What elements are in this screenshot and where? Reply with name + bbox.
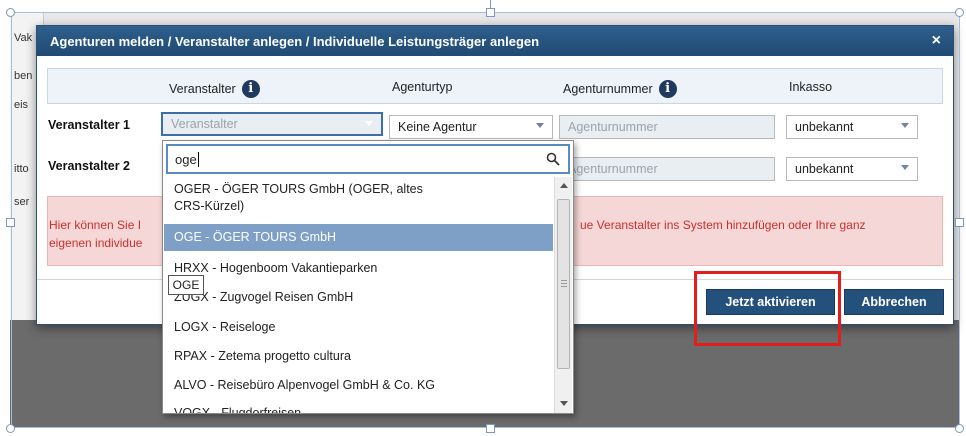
resize-handle[interactable] xyxy=(955,424,964,433)
inkasso-value: unbekannt xyxy=(795,120,854,134)
dropdown-search-input[interactable]: oge xyxy=(166,144,570,174)
list-item[interactable]: VOGX - Flugdorfreisen xyxy=(164,405,553,413)
inkasso-select[interactable]: unbekannt xyxy=(786,115,918,139)
agenturtyp-select[interactable]: Keine Agentur xyxy=(389,115,553,139)
info-text: ue Veranstalter ins System hinzufügen od… xyxy=(580,218,866,232)
chevron-down-icon xyxy=(901,123,909,128)
resize-handle[interactable] xyxy=(6,424,15,433)
column-header-inkasso: Inkasso xyxy=(789,80,832,94)
resize-handle[interactable] xyxy=(6,218,15,227)
resize-handle[interactable] xyxy=(955,218,964,227)
background-text: itto xyxy=(14,163,29,175)
list-item[interactable]: OGER - ÖGER TOURS GmbH (OGER, altes xyxy=(164,181,553,198)
list-item[interactable]: LOGX - Reiseloge xyxy=(164,319,553,336)
column-header-veranstalter: Veranstalter i xyxy=(169,80,260,98)
chevron-down-icon xyxy=(365,121,373,126)
agenturnummer-input[interactable]: Agenturnummer xyxy=(559,157,775,181)
grip-icon xyxy=(561,280,567,281)
dropdown-list: OGER - ÖGER TOURS GmbH (OGER, altes CRS-… xyxy=(164,177,553,413)
list-item[interactable]: HRXX - Hogenboom Vakantieparken xyxy=(164,260,553,277)
veranstalter-dropdown: oge OGER - ÖGER TOURS GmbH (OGER, altes … xyxy=(162,140,574,414)
text-cursor xyxy=(197,151,199,167)
cancel-button[interactable]: Abbrechen xyxy=(844,289,944,315)
search-value: oge xyxy=(175,151,197,167)
background-text: Vak xyxy=(14,32,33,44)
row-label-veranstalter-2: Veranstalter 2 xyxy=(48,159,130,173)
row-label-veranstalter-1: Veranstalter 1 xyxy=(48,118,130,132)
autocomplete-tooltip: OGE xyxy=(168,275,204,295)
scroll-up-icon[interactable] xyxy=(560,183,568,188)
resize-handle[interactable] xyxy=(6,8,15,17)
list-item[interactable]: ZUGX - Zugvogel Reisen GmbH xyxy=(164,289,553,306)
column-label: Agenturtyp xyxy=(392,80,453,94)
grip-icon xyxy=(561,286,567,287)
resize-handle[interactable] xyxy=(955,8,964,17)
background-text: ben xyxy=(14,70,33,82)
scrollbar-thumb[interactable] xyxy=(557,199,570,369)
list-item[interactable]: OGE - ÖGER TOURS GmbH xyxy=(164,224,553,251)
close-icon[interactable]: × xyxy=(932,32,941,50)
agenturnummer-placeholder: Agenturnummer xyxy=(568,162,658,176)
scroll-down-icon[interactable] xyxy=(560,401,568,406)
list-item[interactable]: ALVO - Reisebüro Alpenvogel GmbH & Co. K… xyxy=(164,377,553,394)
column-label: Agenturnummer xyxy=(563,82,653,96)
modal-title: Agenturen melden / Veranstalter anlegen … xyxy=(50,33,540,49)
resize-handle[interactable] xyxy=(486,424,495,433)
column-header-agenturtyp: Agenturtyp xyxy=(392,80,452,94)
inkasso-value: unbekannt xyxy=(795,162,854,176)
search-icon xyxy=(546,152,560,166)
agenturnummer-placeholder: Agenturnummer xyxy=(568,120,658,134)
inkasso-select[interactable]: unbekannt xyxy=(786,157,918,181)
chevron-down-icon xyxy=(536,123,544,128)
info-icon[interactable]: i xyxy=(241,80,260,98)
dropdown-scrollbar[interactable] xyxy=(554,177,572,413)
grip-icon xyxy=(561,283,567,284)
highlight-annotation xyxy=(694,271,841,346)
list-item[interactable]: CRS-Kürzel) xyxy=(164,198,553,215)
column-label: Inkasso xyxy=(789,80,833,94)
info-text: Hier können Sie I xyxy=(49,218,142,232)
list-item[interactable]: RPAX - Zetema progetto cultura xyxy=(164,348,553,365)
modal-header: Agenturen melden / Veranstalter anlegen … xyxy=(37,26,953,56)
resize-handle[interactable] xyxy=(486,8,495,17)
agenturtyp-value: Keine Agentur xyxy=(398,120,477,134)
veranstalter-select[interactable]: Veranstalter xyxy=(161,112,383,136)
chevron-down-icon xyxy=(901,165,909,170)
background-text: eis xyxy=(14,99,29,111)
info-text: eigenen individue xyxy=(49,236,143,250)
agenturnummer-input[interactable]: Agenturnummer xyxy=(559,115,775,139)
background-text: ser xyxy=(14,196,30,208)
column-header-agenturnummer: Agenturnummer i xyxy=(563,80,677,98)
veranstalter-placeholder: Veranstalter xyxy=(171,117,238,131)
info-icon[interactable]: i xyxy=(658,80,677,98)
column-label: Veranstalter xyxy=(169,82,236,96)
